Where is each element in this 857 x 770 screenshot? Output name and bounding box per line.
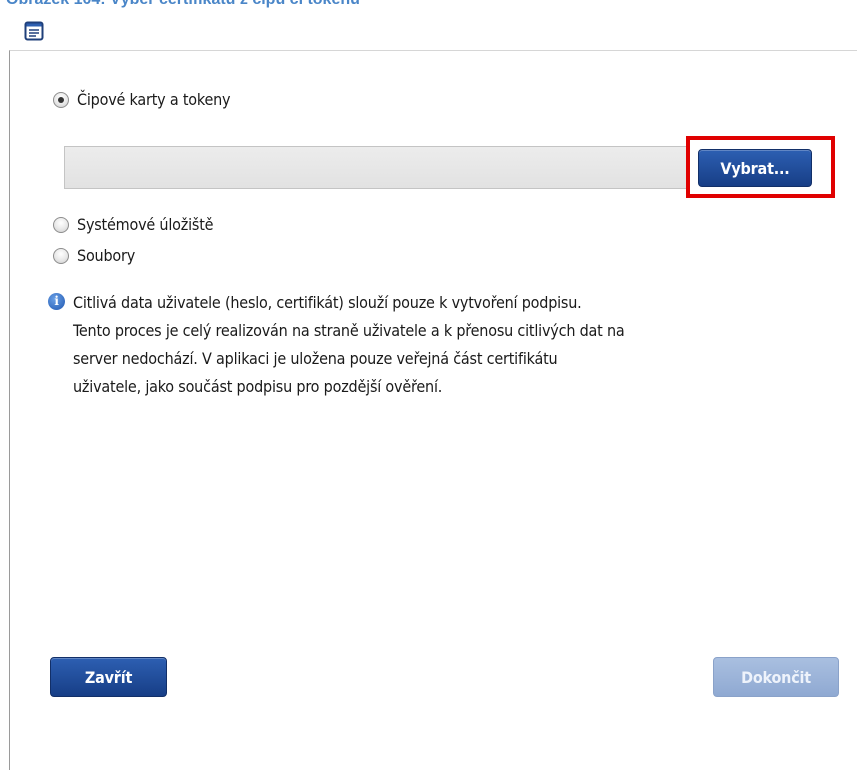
radio-system-storage[interactable]	[53, 216, 69, 233]
option-system-storage[interactable]: Systémové úložiště	[53, 215, 214, 234]
figure-caption: Obrázek 104: Výběr certifikátu z čipu či…	[6, 0, 360, 9]
close-button[interactable]: Zavřít	[50, 657, 167, 697]
option-cards-tokens-label: Čipové karty a tokeny	[77, 90, 231, 109]
info-line: uživatele, jako součást podpisu pro pozd…	[73, 377, 443, 396]
option-files-label: Soubory	[77, 246, 136, 265]
option-files[interactable]: Soubory	[53, 246, 135, 265]
info-line: server nedochází. V aplikaci je uložena …	[73, 349, 558, 368]
certificate-dialog: Čipové karty a tokeny Vybrat... Systémov…	[9, 50, 857, 770]
highlight-frame	[686, 136, 835, 198]
finish-button[interactable]: Dokončit	[713, 657, 839, 697]
info-message: i Citlivá data uživatele (heslo, certifi…	[48, 289, 848, 401]
radio-cards-tokens[interactable]	[53, 91, 69, 108]
info-icon: i	[48, 293, 65, 310]
info-line: Citlivá data uživatele (heslo, certifiká…	[73, 293, 582, 312]
option-cards-tokens[interactable]: Čipové karty a tokeny	[53, 90, 231, 109]
document-icon	[24, 21, 44, 41]
info-line: Tento proces je celý realizován na stran…	[73, 321, 625, 340]
info-text: Citlivá data uživatele (heslo, certifiká…	[73, 289, 625, 401]
radio-files[interactable]	[53, 247, 69, 264]
certificate-field[interactable]	[64, 146, 688, 189]
option-system-storage-label: Systémové úložiště	[77, 215, 214, 234]
